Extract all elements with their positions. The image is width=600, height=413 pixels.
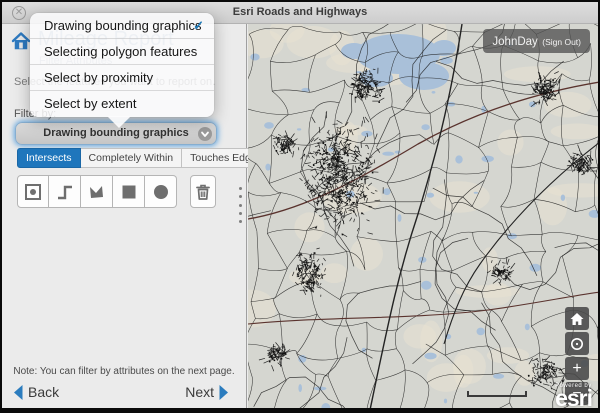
check-icon: ✓ [193,13,204,39]
rectangle-icon [119,182,139,202]
next-label: Next [185,384,214,400]
point-select-tool-button[interactable] [17,175,49,208]
line-icon [55,182,75,202]
spatial-relation-tabs: Intersects Completely Within Touches Edg… [17,148,216,168]
locate-icon [569,336,585,352]
map-home-button[interactable] [565,307,589,330]
map-canvas[interactable]: JohnDay (Sign Out) + − [248,24,598,408]
selection-method-menu: Drawing bounding graphics ✓ Selecting po… [30,13,214,117]
home-icon[interactable] [10,30,32,57]
app-window: ✕ Esri Roads and Highways Mileage Report… [0,0,600,413]
menu-item-select-by-proximity[interactable]: Select by proximity [30,65,214,91]
chevron-right-icon [218,384,230,401]
next-button[interactable]: Next [185,380,230,404]
draw-toolbar [17,175,216,208]
panel-resize-handle[interactable] [236,187,244,223]
menu-item-drawing-bounding-graphics[interactable]: Drawing bounding graphics ✓ [30,13,214,39]
user-name: JohnDay [492,36,537,48]
back-button[interactable]: Back [12,380,59,404]
sign-out-link[interactable]: (Sign Out) [542,37,581,47]
home-extent-icon [569,311,585,327]
note-text: Note: You can filter by attributes on th… [2,366,246,377]
chevron-left-icon [12,384,24,401]
chevron-down-icon [198,127,212,141]
tab-completely-within[interactable]: Completely Within [81,148,183,168]
point-select-icon [23,182,43,202]
zoom-in-button[interactable]: + [565,357,589,380]
scale-bar [467,391,527,397]
polygon-icon [87,182,107,202]
trash-icon [193,182,213,202]
clear-graphics-button[interactable] [190,175,216,208]
esri-brand: esri [555,389,592,407]
polygon-tool-button[interactable] [81,175,113,208]
line-tool-button[interactable] [49,175,81,208]
menu-item-selecting-polygon-features[interactable]: Selecting polygon features [30,39,214,65]
rectangle-tool-button[interactable] [113,175,145,208]
tab-intersects[interactable]: Intersects [17,148,81,168]
circle-icon [151,182,171,202]
menu-item-select-by-extent[interactable]: Select by extent [30,91,214,117]
esri-logo: Powered by esri [555,383,592,407]
popover-arrow [107,116,131,128]
back-label: Back [28,384,59,400]
circle-tool-button[interactable] [145,175,177,208]
user-badge[interactable]: JohnDay (Sign Out) [483,29,590,53]
locate-button[interactable] [565,332,589,355]
selection-method-value: Drawing bounding graphics [43,127,188,139]
